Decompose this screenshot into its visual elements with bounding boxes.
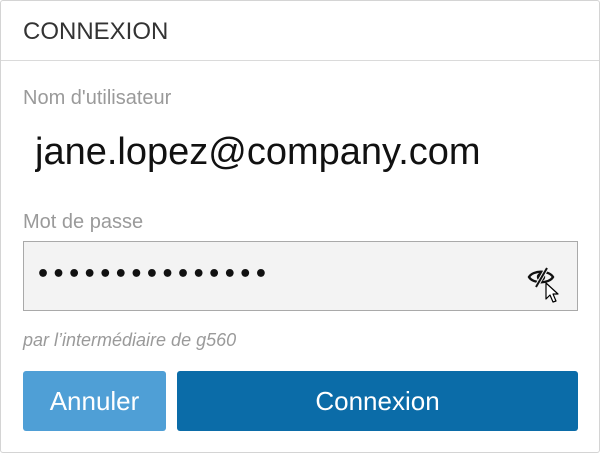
login-button[interactable]: Connexion bbox=[177, 371, 578, 431]
login-dialog: CONNEXION Nom d'utilisateur Mot de passe… bbox=[0, 0, 600, 453]
dialog-title: CONNEXION bbox=[23, 18, 169, 45]
via-text: par l’intermédiaire de g560 bbox=[23, 330, 237, 350]
username-input[interactable] bbox=[35, 130, 555, 174]
password-masked-value: ••••••••••••••• bbox=[36, 262, 270, 287]
username-label: Nom d'utilisateur bbox=[23, 87, 172, 109]
dialog-header: CONNEXION bbox=[1, 1, 599, 61]
mouse-pointer-icon bbox=[545, 282, 561, 304]
password-field[interactable]: ••••••••••••••• bbox=[23, 241, 578, 311]
cancel-button[interactable]: Annuler bbox=[23, 371, 166, 431]
password-label: Mot de passe bbox=[23, 211, 144, 233]
